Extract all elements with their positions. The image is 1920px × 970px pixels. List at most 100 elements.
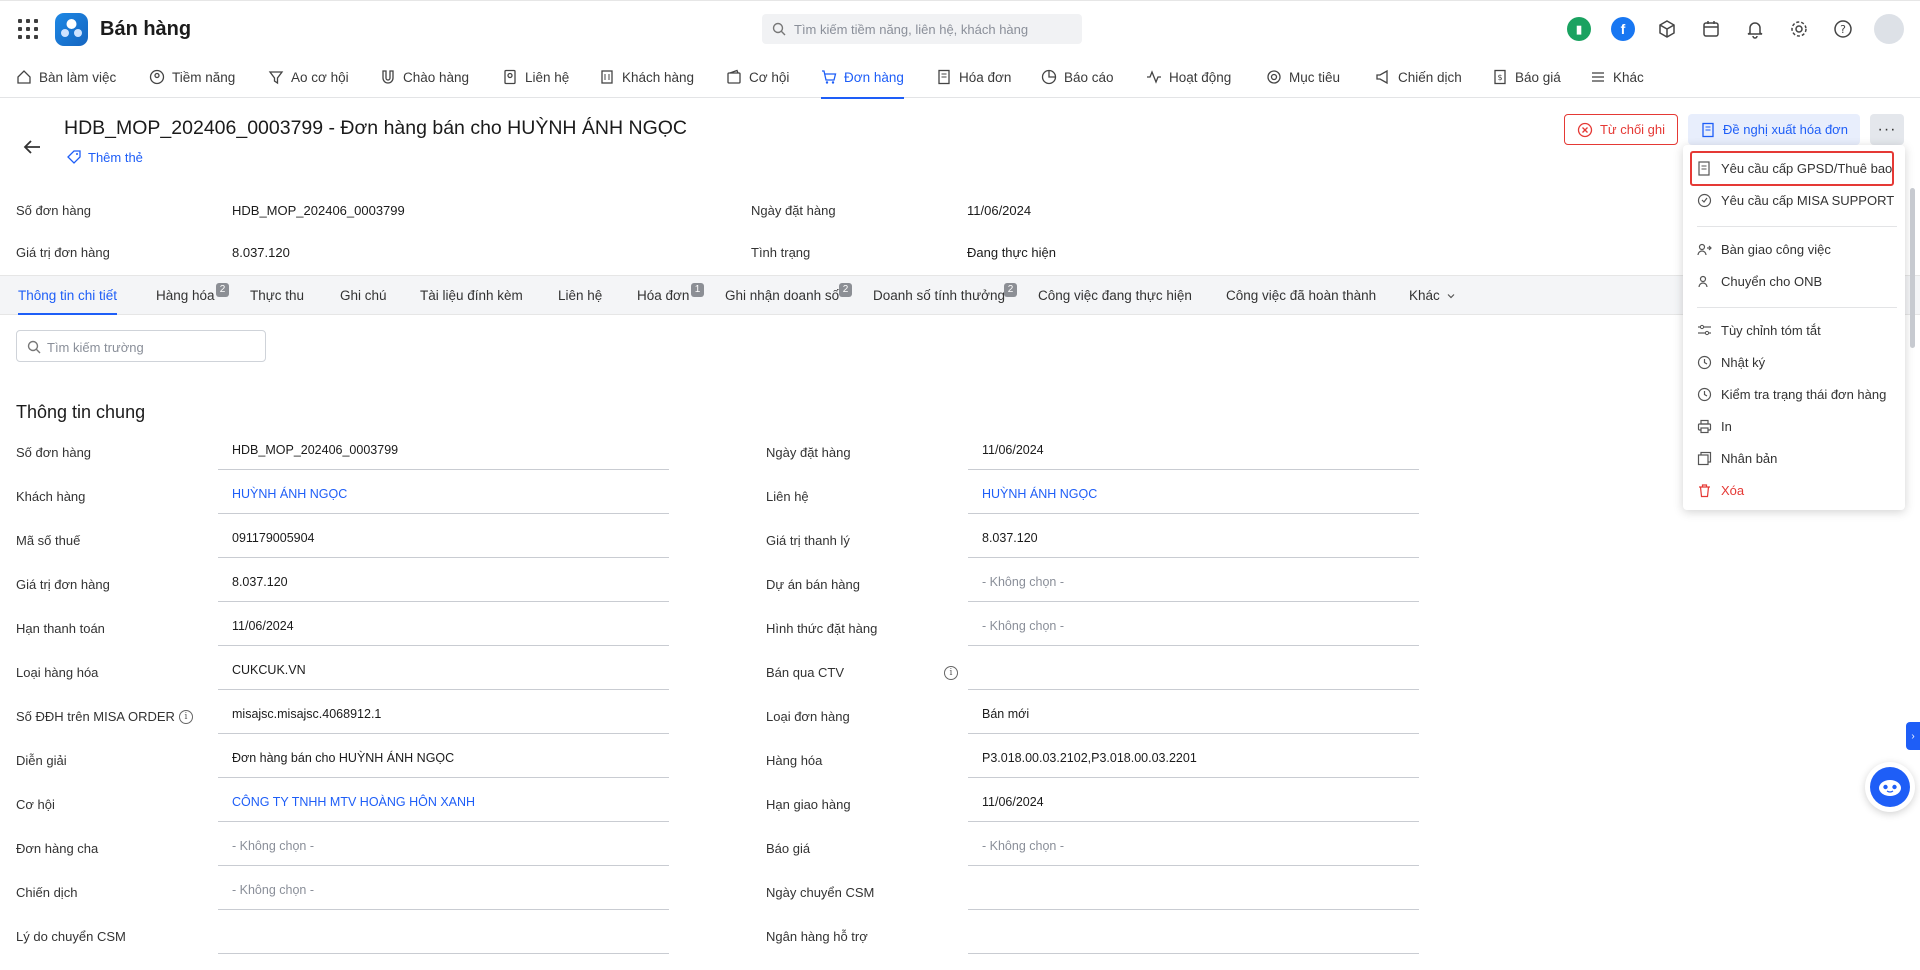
menu-item-customize-summary[interactable]: Tùy chỉnh tóm tắt: [1697, 319, 1821, 341]
menu-item-duplicate[interactable]: Nhân bản: [1697, 447, 1777, 469]
field-value-du-an-ban-hang[interactable]: - Không chọn -: [968, 567, 1419, 602]
field-value-chien-dich[interactable]: - Không chọn -: [218, 875, 669, 910]
nav-item-label: Tiềm năng: [172, 69, 236, 85]
apps-grid-icon[interactable]: [18, 19, 38, 39]
book-app-icon[interactable]: ▮: [1566, 16, 1592, 42]
tab-label: Công việc đã hoàn thành: [1226, 288, 1377, 303]
field-value-gia-tri-don-hang[interactable]: 8.037.120: [218, 567, 669, 602]
assistant-bot-button[interactable]: [1865, 762, 1915, 812]
invoice-request-button[interactable]: Đề nghị xuất hóa đơn: [1688, 114, 1860, 145]
help-icon[interactable]: ?: [1830, 16, 1856, 42]
activity-icon: [1147, 70, 1161, 84]
side-panel-toggle[interactable]: ›: [1906, 722, 1920, 750]
field-value-ma-so-thue[interactable]: 091179005904: [218, 523, 669, 558]
tab-lien-he[interactable]: Liên hệ: [558, 276, 602, 315]
field-value-ly-do-chuyen-csm[interactable]: [218, 919, 669, 954]
nav-item-chien-dich[interactable]: Chiến dịch: [1375, 56, 1462, 98]
tab-khac[interactable]: Khác: [1409, 276, 1456, 315]
invoice-icon: [938, 69, 950, 85]
tab-doanh-so-tinh-thuong[interactable]: Doanh số tính thưởng 2: [873, 276, 1017, 315]
field-value-bao-gia[interactable]: - Không chọn -: [968, 831, 1419, 866]
field-value-so-ddh-misa-order[interactable]: misajsc.misajsc.4068912.1: [218, 699, 669, 734]
info-icon[interactable]: i: [944, 666, 958, 680]
reject-button[interactable]: Từ chối ghi: [1564, 114, 1678, 145]
license-request-icon: [1698, 160, 1710, 176]
nav-item-tiem-nang[interactable]: Tiềm năng: [149, 56, 235, 98]
nav-item-don-hang[interactable]: Đơn hàng: [821, 56, 904, 99]
nav-item-chao-hang[interactable]: Chào hàng: [380, 56, 469, 98]
trash-icon: [1699, 483, 1710, 497]
tab-thong-tin-chi-tiet[interactable]: Thông tin chi tiết: [18, 276, 118, 315]
tab-hang-hoa[interactable]: Hàng hóa 2: [156, 276, 229, 315]
menu-item-check-order-status[interactable]: Kiểm tra trạng thái đơn hàng: [1697, 383, 1886, 405]
nav-item-co-hoi[interactable]: Cơ hội: [726, 56, 789, 98]
menu-item-history[interactable]: Nhật ký: [1697, 351, 1765, 373]
field-value-ngan-hang-ho-tro[interactable]: [968, 919, 1419, 954]
field-value-loai-don-hang[interactable]: Bán mới: [968, 699, 1419, 734]
nav-item-ao-co-hoi[interactable]: Ao cơ hội: [268, 56, 349, 98]
summary-order-date-label: Ngày đặt hàng: [751, 203, 836, 218]
tab-badge: 2: [216, 283, 229, 297]
tab-ghi-nhan-doanh-so[interactable]: Ghi nhận doanh số 2: [725, 276, 852, 315]
summary-status-label: Tình trạng: [751, 245, 811, 260]
menu-scrollbar[interactable]: [1910, 188, 1915, 348]
nav-item-muc-tieu[interactable]: Mục tiêu: [1266, 56, 1340, 98]
field-value-han-thanh-toan[interactable]: 11/06/2024: [218, 611, 669, 646]
field-value-co-hoi[interactable]: CÔNG TY TNHH MTV HOÀNG HÔN XANH: [218, 787, 669, 822]
field-label: Bán qua CTV: [766, 665, 845, 680]
global-search-input[interactable]: Tìm kiếm tiềm năng, liên hệ, khách hàng: [762, 14, 1082, 44]
gear-icon[interactable]: [1786, 16, 1812, 42]
back-arrow-icon[interactable]: [20, 135, 44, 159]
menu-item-transfer-onb[interactable]: Chuyển cho ONB: [1697, 270, 1822, 292]
field-value-lien-he[interactable]: HUỲNH ÁNH NGỌC: [968, 479, 1419, 514]
box-icon[interactable]: [1654, 16, 1680, 42]
nav-item-lien-he[interactable]: Liên hệ: [502, 56, 569, 98]
tab-hoa-don[interactable]: Hóa đơn 1: [637, 276, 704, 315]
calendar-icon[interactable]: [1698, 16, 1724, 42]
info-icon[interactable]: i: [178, 709, 193, 724]
tab-cong-viec-dang-thuc-hien[interactable]: Công việc đang thực hiện: [1038, 276, 1192, 315]
menu-item-delete[interactable]: Xóa: [1697, 479, 1744, 501]
menu-item-print[interactable]: In: [1697, 415, 1732, 437]
robot-icon: [1879, 780, 1901, 796]
field-value-hinh-thuc-dat-hang[interactable]: - Không chọn -: [968, 611, 1419, 646]
field-value-dien-giai[interactable]: Đơn hàng bán cho HUỲNH ÁNH NGỌC: [218, 743, 669, 778]
nav-item-khach-hang[interactable]: Khách hàng: [599, 56, 694, 98]
nav-item-khac[interactable]: Khác: [1590, 56, 1644, 98]
field-value-ngay-dat-hang[interactable]: 11/06/2024: [968, 435, 1419, 470]
tab-ghi-chu[interactable]: Ghi chú: [340, 276, 387, 315]
tab-label: Ghi chú: [340, 288, 387, 303]
field-value-ban-qua-ctv[interactable]: [968, 655, 1419, 690]
more-actions-button[interactable]: ···: [1870, 114, 1904, 145]
facebook-icon[interactable]: f: [1610, 16, 1636, 42]
tab-cong-viec-da-hoan-thanh[interactable]: Công việc đã hoàn thành: [1226, 276, 1376, 315]
add-tag-link[interactable]: Thêm thẻ: [66, 149, 143, 165]
field-value-hang-hoa[interactable]: P3.018.00.03.2102,P3.018.00.03.2201: [968, 743, 1419, 778]
field-search-input[interactable]: Tìm kiếm trường: [16, 330, 266, 362]
nav-item-hoa-don[interactable]: Hóa đơn: [936, 56, 1011, 98]
nav-item-label: Cơ hội: [749, 69, 790, 85]
field-value-gia-tri-thanh-ly[interactable]: 8.037.120: [968, 523, 1419, 558]
field-label: Chiến dịch: [16, 885, 78, 900]
field-value-loai-hang-hoa[interactable]: CUKCUK.VN: [218, 655, 669, 690]
menu-item-handover[interactable]: Bàn giao công việc: [1697, 238, 1831, 260]
nav-item-bao-gia[interactable]: $ Báo giá: [1492, 56, 1561, 98]
field-value-ngay-chuyen-csm[interactable]: [968, 875, 1419, 910]
field-value-han-giao-hang[interactable]: 11/06/2024: [968, 787, 1419, 822]
menu-item-request-license[interactable]: Yêu cầu cấp GPSD/Thuê bao: [1697, 157, 1892, 179]
tab-tai-lieu-dinh-kem[interactable]: Tài liệu đính kèm: [420, 276, 523, 315]
status-check-icon: [1697, 387, 1712, 401]
tab-label: Công việc đang thực hiện: [1038, 288, 1192, 303]
building-icon: [601, 70, 613, 84]
menu-item-request-support[interactable]: Yêu cầu cấp MISA SUPPORT: [1697, 189, 1894, 211]
avatar[interactable]: [1874, 14, 1904, 44]
field-value-so-don-hang[interactable]: HDB_MOP_202406_0003799: [218, 435, 669, 470]
bell-icon[interactable]: [1742, 16, 1768, 42]
nav-item-ban-lam-viec[interactable]: Bàn làm việc: [16, 56, 116, 98]
close-circle-icon: [1577, 122, 1593, 137]
field-value-don-hang-cha[interactable]: - Không chọn -: [218, 831, 669, 866]
tab-thuc-thu[interactable]: Thực thu: [250, 276, 304, 315]
nav-item-hoat-dong[interactable]: Hoạt động: [1146, 56, 1231, 98]
nav-item-bao-cao[interactable]: Báo cáo: [1041, 56, 1114, 98]
field-value-khach-hang[interactable]: HUỲNH ÁNH NGỌC: [218, 479, 669, 514]
